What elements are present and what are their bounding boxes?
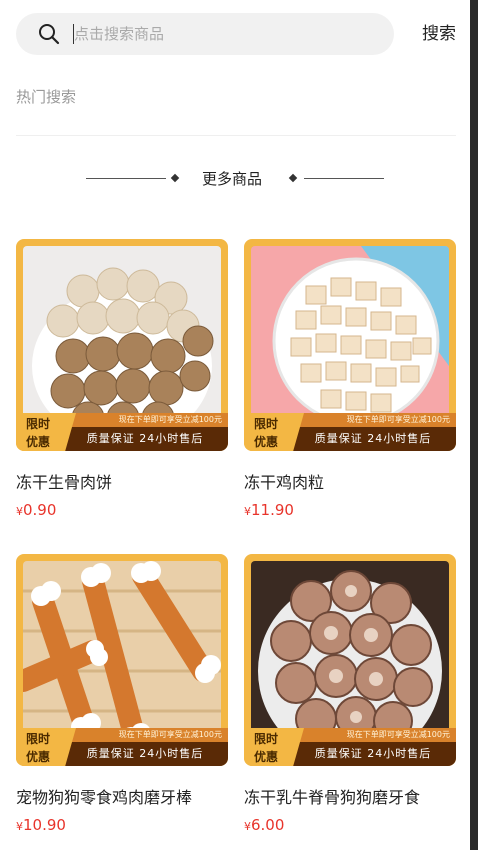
product-image-frame[interactable]: 现在下单即可享受立减100元 质量保证 24小时售后 限时 优惠	[16, 239, 228, 451]
product-price: ¥0.90	[16, 501, 228, 519]
currency-symbol: ¥	[244, 820, 251, 833]
promo-top-text: 现在下单即可享受立减100元	[68, 728, 228, 742]
product-image-frame[interactable]: 现在下单即可享受立减100元 质量保证 24小时售后 限时 优惠	[244, 239, 456, 451]
divider	[16, 135, 456, 136]
more-products-header: 更多商品	[86, 168, 386, 190]
product-card[interactable]: 现在下单即可享受立减100元 质量保证 24小时售后 限时 优惠 宠物狗狗零食鸡…	[16, 554, 228, 834]
promo-banner: 现在下单即可享受立减100元 质量保证 24小时售后 限时 优惠	[16, 728, 228, 766]
currency-symbol: ¥	[244, 505, 251, 518]
product-card[interactable]: 现在下单即可享受立减100元 质量保证 24小时售后 限时 优惠 冻干乳牛脊骨狗…	[244, 554, 456, 834]
diamond-icon	[170, 173, 180, 183]
tag-line-2: 优惠	[254, 435, 279, 449]
price-value: 0.90	[23, 501, 57, 519]
product-name[interactable]: 冻干鸡肉粒	[244, 469, 456, 493]
currency-symbol: ¥	[16, 820, 23, 833]
search-input[interactable]	[74, 25, 334, 43]
promo-top-text: 现在下单即可享受立减100元	[296, 728, 456, 742]
promo-bottom-text: 质量保证 24小时售后	[62, 427, 228, 451]
product-image-frame[interactable]: 现在下单即可享受立减100元 质量保证 24小时售后 限时 优惠	[16, 554, 228, 766]
tag-line-2: 优惠	[26, 435, 51, 449]
tag-line-2: 优惠	[26, 750, 51, 764]
tag-line-1: 限时	[254, 417, 279, 431]
product-name[interactable]: 宠物狗狗零食鸡肉磨牙棒	[16, 784, 228, 808]
promo-bottom-text: 质量保证 24小时售后	[62, 742, 228, 766]
header-line-left	[86, 178, 166, 179]
promo-top-text: 现在下单即可享受立减100元	[296, 413, 456, 427]
promo-bottom-text: 质量保证 24小时售后	[290, 427, 456, 451]
hot-search-label: 热门搜索	[16, 88, 77, 106]
tag-line-1: 限时	[26, 417, 51, 431]
search-box[interactable]	[16, 13, 394, 55]
search-icon	[38, 23, 60, 45]
diamond-icon	[288, 173, 298, 183]
header-line-right	[304, 178, 384, 179]
promo-banner: 现在下单即可享受立减100元 质量保证 24小时售后 限时 优惠	[244, 413, 456, 451]
promo-bottom-text: 质量保证 24小时售后	[290, 742, 456, 766]
product-price: ¥6.00	[244, 816, 456, 834]
product-name[interactable]: 冻干生骨肉饼	[16, 469, 228, 493]
promo-banner: 现在下单即可享受立减100元 质量保证 24小时售后 限时 优惠	[16, 413, 228, 451]
tag-line-2: 优惠	[254, 750, 279, 764]
product-card[interactable]: 现在下单即可享受立减100元 质量保证 24小时售后 限时 优惠 冻干鸡肉粒 ¥…	[244, 239, 456, 519]
search-button[interactable]: 搜索	[422, 13, 456, 55]
product-price: ¥11.90	[244, 501, 456, 519]
currency-symbol: ¥	[16, 505, 23, 518]
price-value: 11.90	[251, 501, 294, 519]
more-products-title: 更多商品	[202, 170, 263, 188]
promo-top-text: 现在下单即可享受立减100元	[68, 413, 228, 427]
scrollbar[interactable]	[470, 0, 478, 850]
tag-line-1: 限时	[26, 732, 51, 746]
product-image-frame[interactable]: 现在下单即可享受立减100元 质量保证 24小时售后 限时 优惠	[244, 554, 456, 766]
product-card[interactable]: 现在下单即可享受立减100元 质量保证 24小时售后 限时 优惠 冻干生骨肉饼 …	[16, 239, 228, 519]
product-price: ¥10.90	[16, 816, 228, 834]
tag-line-1: 限时	[254, 732, 279, 746]
promo-banner: 现在下单即可享受立减100元 质量保证 24小时售后 限时 优惠	[244, 728, 456, 766]
price-value: 10.90	[23, 816, 66, 834]
search-bar: 搜索	[16, 13, 456, 55]
product-name[interactable]: 冻干乳牛脊骨狗狗磨牙食	[244, 784, 456, 808]
price-value: 6.00	[251, 816, 285, 834]
